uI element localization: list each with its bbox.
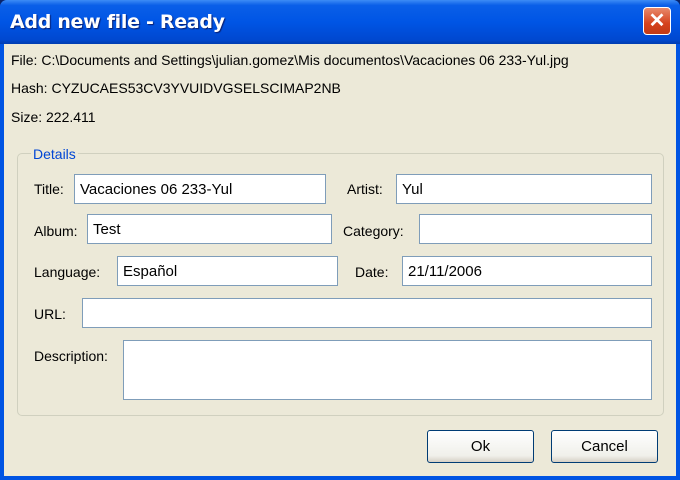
title-input[interactable] bbox=[74, 174, 326, 204]
date-label: Date: bbox=[355, 264, 389, 280]
description-label: Description: bbox=[34, 348, 108, 364]
file-size: Size: 222.411 bbox=[11, 109, 96, 125]
category-label: Category: bbox=[343, 223, 404, 239]
category-input[interactable] bbox=[419, 214, 652, 244]
language-label: Language: bbox=[34, 264, 101, 280]
details-legend: Details bbox=[31, 146, 78, 162]
date-input[interactable] bbox=[402, 256, 652, 286]
title-label: Title: bbox=[34, 181, 64, 197]
artist-input[interactable] bbox=[396, 174, 652, 204]
ok-button[interactable]: Ok bbox=[427, 430, 534, 463]
window-title: Add new file - Ready bbox=[10, 11, 225, 33]
title-bar[interactable]: Add new file - Ready ✕ bbox=[0, 0, 680, 44]
dialog-body: File: C:\Documents and Settings\julian.g… bbox=[4, 44, 676, 476]
dialog-window: Add new file - Ready ✕ File: C:\Document… bbox=[0, 0, 680, 480]
album-label: Album: bbox=[34, 223, 78, 239]
album-input[interactable] bbox=[87, 214, 332, 244]
file-hash: Hash: CYZUCAES53CV3YVUIDVGSELSCIMAP2NB bbox=[11, 80, 341, 96]
url-input[interactable] bbox=[82, 298, 652, 328]
language-input[interactable] bbox=[117, 256, 338, 286]
close-button[interactable]: ✕ bbox=[643, 7, 671, 35]
url-label: URL: bbox=[34, 306, 66, 322]
cancel-button[interactable]: Cancel bbox=[551, 430, 658, 463]
artist-label: Artist: bbox=[347, 181, 383, 197]
file-path: File: C:\Documents and Settings\julian.g… bbox=[11, 52, 569, 68]
description-textarea[interactable] bbox=[123, 340, 652, 400]
